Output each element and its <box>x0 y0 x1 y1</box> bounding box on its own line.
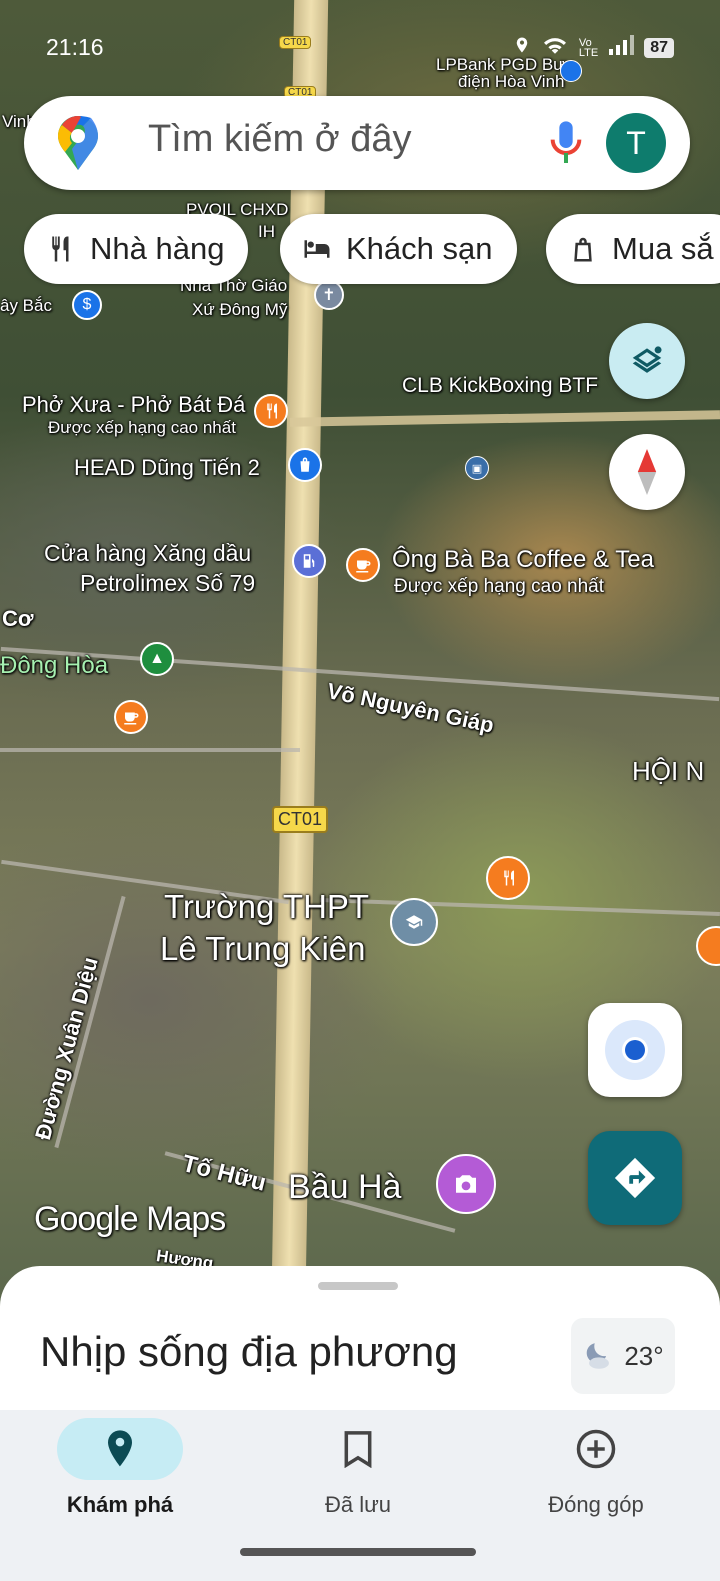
directions-button[interactable] <box>588 1131 682 1225</box>
camera-pin-icon[interactable] <box>436 1154 496 1214</box>
road-minor <box>320 898 720 916</box>
shopping-bag-icon <box>574 237 592 262</box>
park-pin-icon[interactable]: ▲ <box>140 642 174 676</box>
street-label-to-huu: Tố Hữu <box>179 1150 269 1197</box>
restaurant-pin-icon[interactable] <box>254 394 288 428</box>
poi-label-taybac[interactable]: ây Bắc <box>0 296 52 316</box>
poi-rating: Được xếp hạng cao nhất <box>394 576 605 597</box>
google-maps-watermark: Google Maps <box>34 1200 226 1238</box>
area-label: HỘI N <box>632 756 705 786</box>
poi-label-pvoil[interactable]: IH <box>258 222 275 242</box>
poi-label-phoxua[interactable]: Phở Xưa - Phở Bát Đá <box>22 392 245 418</box>
cafe-pin-icon[interactable] <box>114 700 148 734</box>
bookmark-icon <box>344 1431 372 1468</box>
poi-label-school[interactable]: Trường THPT <box>164 888 369 926</box>
status-bar: 21:16 Vo LTE 87 <box>0 0 720 90</box>
signal-icon <box>608 35 635 60</box>
moon-cloud-icon <box>587 1343 610 1369</box>
road-minor <box>0 748 300 752</box>
home-indicator[interactable] <box>240 1548 476 1556</box>
chip-restaurants[interactable]: Nhà hàng <box>24 214 249 284</box>
nav-saved-indicator <box>295 1418 421 1480</box>
chip-hotels[interactable]: Khách sạn <box>280 214 517 284</box>
cafe-pin-icon[interactable] <box>346 548 380 582</box>
bottom-sheet[interactable]: Nhịp sống địa phương 23° <box>0 1266 720 1416</box>
chip-label: Mua sắ <box>612 231 714 266</box>
my-location-button[interactable] <box>588 1003 682 1097</box>
directions-icon <box>614 1157 656 1199</box>
add-circle-icon <box>576 1429 616 1469</box>
poi-label-ongbaba[interactable]: Ông Bà Ba Coffee & Tea <box>392 546 654 574</box>
poi-label-petrolimex[interactable]: Cửa hàng Xăng dầu <box>44 540 251 567</box>
nav-explore-indicator <box>57 1418 183 1480</box>
nav-contribute[interactable]: Đóng góp <box>476 1410 716 1530</box>
status-icons: Vo LTE 87 <box>513 34 674 61</box>
restaurant-icon <box>52 236 69 262</box>
poi-label-church[interactable]: Xứ Đông Mỹ <box>192 300 287 320</box>
drag-handle[interactable] <box>318 1282 398 1290</box>
poi-label-head[interactable]: HEAD Dũng Tiến 2 <box>74 455 260 481</box>
nav-label: Khám phá <box>66 1492 174 1517</box>
wifi-icon <box>541 34 569 61</box>
search-bar[interactable]: Tìm kiếm ở đây T <box>24 96 690 190</box>
chip-shopping[interactable]: Mua sắ <box>546 214 720 284</box>
bus-stop-icon[interactable]: ▣ <box>465 456 489 480</box>
shopping-pin-icon[interactable] <box>288 448 322 482</box>
bank-icon[interactable]: $ <box>72 290 102 320</box>
layers-icon <box>632 346 662 373</box>
poi-rating: Được xếp hạng cao nhất <box>48 418 236 437</box>
gas-station-pin-icon[interactable] <box>292 544 326 578</box>
location-icon <box>513 34 531 61</box>
status-time: 21:16 <box>46 34 104 60</box>
hotel-icon <box>304 240 330 258</box>
restaurant-pin-icon[interactable] <box>486 856 530 900</box>
road-kickboxing <box>289 410 720 427</box>
church-icon[interactable]: ✝ <box>314 280 344 310</box>
poi-label-park[interactable]: Đông Hòa <box>0 652 108 680</box>
road-shield: CT01 <box>272 806 329 833</box>
account-avatar[interactable]: T <box>606 113 666 173</box>
nav-contribute-indicator <box>533 1418 659 1480</box>
nav-explore[interactable]: Khám phá <box>0 1410 240 1530</box>
street-label-vo-nguyen-giap: Võ Nguyên Giáp <box>324 678 497 738</box>
my-location-icon <box>605 1020 665 1080</box>
area-label-bau-ha: Bầu Hà <box>288 1168 402 1206</box>
battery-indicator: 87 <box>644 37 674 58</box>
poi-label-kickboxing[interactable]: CLB KickBoxing BTF <box>402 374 598 398</box>
compass-button[interactable] <box>609 434 685 510</box>
google-maps-logo-icon <box>58 116 98 170</box>
chip-label: Khách sạn <box>346 231 493 266</box>
microphone-icon[interactable] <box>544 118 588 168</box>
sheet-title: Nhịp sống địa phương <box>40 1328 458 1375</box>
nav-saved[interactable]: Đã lưu <box>238 1410 478 1530</box>
nav-label: Đóng góp <box>548 1492 644 1517</box>
road-ct01 <box>271 0 329 1300</box>
nav-label: Đã lưu <box>324 1492 392 1517</box>
compass-icon <box>637 449 657 495</box>
weather-badge[interactable]: 23° <box>571 1318 675 1394</box>
school-pin-icon[interactable] <box>390 898 438 946</box>
search-input[interactable]: Tìm kiếm ở đây <box>148 118 412 161</box>
explore-pin-icon <box>108 1430 132 1467</box>
volte-icon: Vo LTE <box>578 36 599 59</box>
poi-label-petrolimex[interactable]: Petrolimex Số 79 <box>80 570 255 597</box>
layers-button[interactable] <box>609 323 685 399</box>
chip-label: Nhà hàng <box>90 231 225 266</box>
restaurant-pin-icon[interactable] <box>696 926 720 966</box>
area-label: Cơ <box>2 606 34 631</box>
poi-label-school[interactable]: Lê Trung Kiên <box>160 930 365 968</box>
temperature: 23° <box>624 1340 664 1371</box>
